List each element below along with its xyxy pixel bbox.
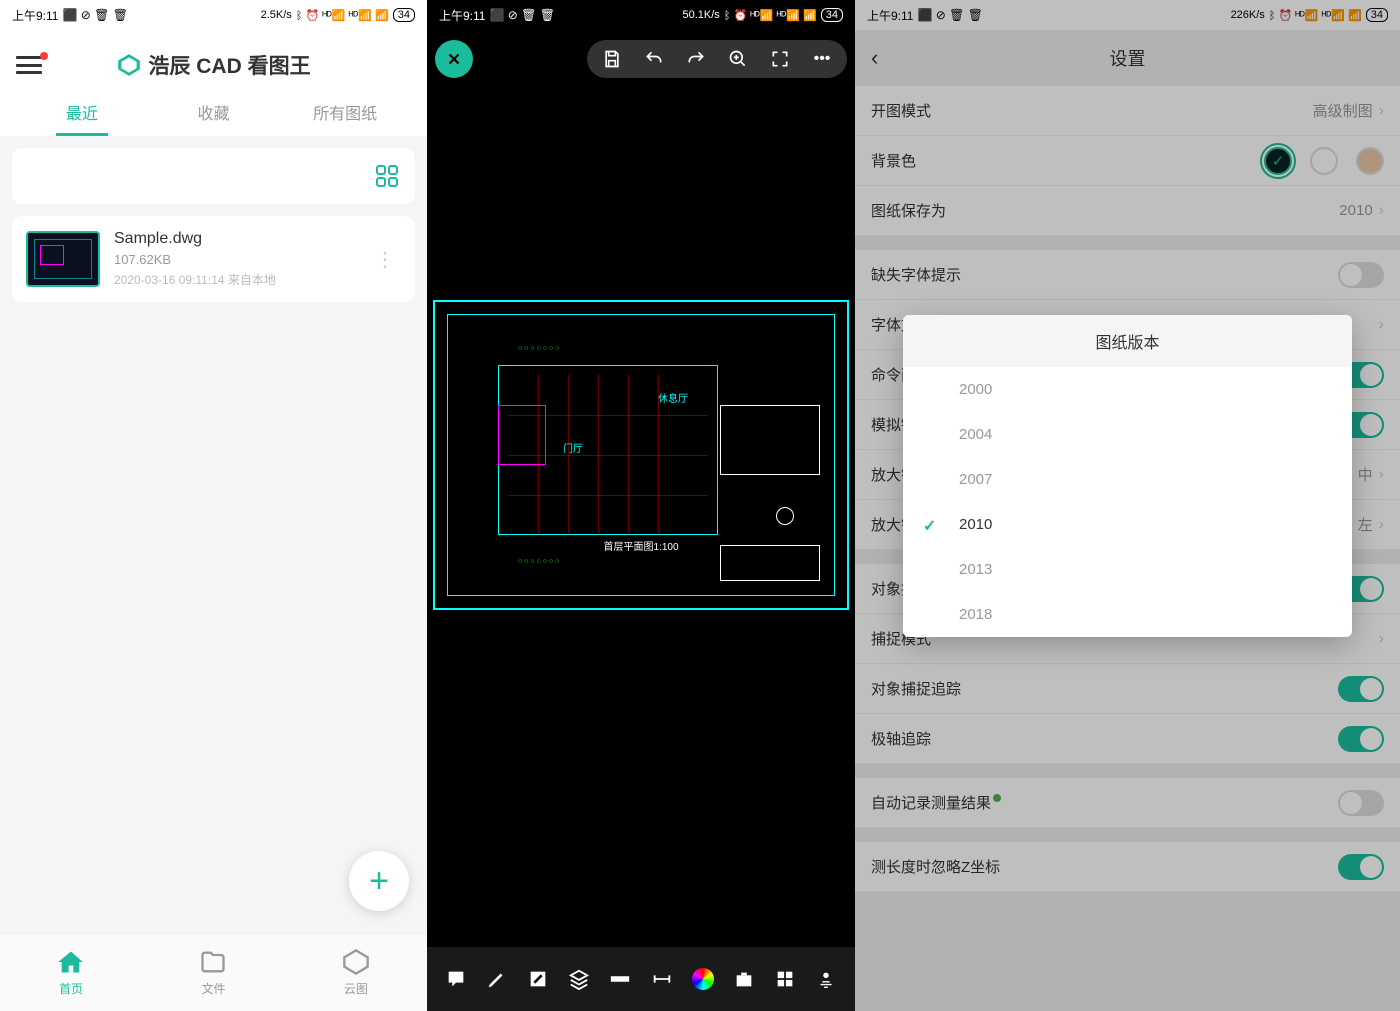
view-icon: [815, 968, 837, 990]
grid-icon: [774, 968, 796, 990]
undo-button[interactable]: [643, 48, 665, 70]
grid-view-icon[interactable]: [375, 164, 399, 188]
tab-all-drawings[interactable]: 所有图纸: [279, 88, 411, 136]
drawing-title: 首层平面图1:100: [603, 538, 678, 553]
floor-plan: 休息厅 门厅 ○ ○ ○ ○ ○ ○ ○ ○ ○ ○ ○ ○ ○ ○: [478, 345, 738, 565]
dimension-button[interactable]: [650, 967, 674, 991]
status-bar: 上午9:11 ⬛ ⊘ 🗑 🗑 2.5K/s ᛒ ⏰ ᴴᴰ📶 ᴴᴰ📶 📶 34: [0, 0, 427, 30]
comment-button[interactable]: [444, 967, 468, 991]
screen-settings: 上午9:11 ⬛ ⊘ 🗑 🗑 226K/s ᛒ ⏰ ᴴᴰ📶 ᴴᴰ📶 📶 34 ‹…: [855, 0, 1400, 1011]
status-speed: 2.5K/s: [261, 9, 292, 21]
close-icon: [445, 50, 463, 68]
edit-button[interactable]: [526, 967, 550, 991]
save-button[interactable]: [601, 48, 623, 70]
status-app-icons: ⬛ ⊘ 🗑 🗑: [489, 8, 554, 22]
undo-icon: [644, 49, 664, 69]
file-tabs: 最近 收藏 所有图纸: [16, 88, 411, 136]
bottom-nav: 首页 文件 云图: [0, 933, 427, 1011]
battery-icon: 34: [821, 8, 843, 22]
home-icon: [57, 948, 85, 976]
more-icon: •••: [814, 50, 831, 68]
zoom-button[interactable]: [727, 48, 749, 70]
pencil-button[interactable]: [485, 967, 509, 991]
tab-favorites[interactable]: 收藏: [148, 88, 280, 136]
nav-files[interactable]: 文件: [142, 934, 284, 1011]
toolbox-icon: [733, 968, 755, 990]
bottom-toolbar: [427, 947, 855, 1011]
view-button[interactable]: [814, 967, 838, 991]
edit-icon: [527, 968, 549, 990]
file-size: 107.62KB: [114, 252, 355, 267]
compass-icon: [776, 507, 794, 525]
zoom-icon: [728, 49, 748, 69]
title-block: [720, 545, 820, 581]
modal-option-2018[interactable]: 2018: [903, 592, 1352, 637]
app-logo: 浩辰 CAD 看图王: [16, 50, 411, 80]
top-toolbar: •••: [587, 40, 847, 78]
color-button[interactable]: [691, 967, 715, 991]
redo-icon: [686, 49, 706, 69]
drawing-table: [720, 405, 820, 475]
fullscreen-icon: [770, 49, 790, 69]
cloud-icon: [342, 948, 370, 976]
status-icons: ᛒ ⏰ ᴴᴰ📶 ᴴᴰ📶 📶: [296, 9, 389, 22]
grid-button[interactable]: [773, 967, 797, 991]
comment-icon: [445, 968, 467, 990]
version-modal: 图纸版本 2000 2004 2007 2010 2013 2018: [903, 315, 1352, 637]
file-name: Sample.dwg: [114, 230, 355, 248]
modal-option-2000[interactable]: 2000: [903, 367, 1352, 412]
save-icon: [602, 49, 622, 69]
layers-icon: [568, 968, 590, 990]
status-speed: 50.1K/s: [683, 9, 720, 21]
drawing-canvas[interactable]: 休息厅 门厅 ○ ○ ○ ○ ○ ○ ○ ○ ○ ○ ○ ○ ○ ○ 首层平面图…: [433, 300, 849, 610]
fullscreen-button[interactable]: [769, 48, 791, 70]
dimension-icon: [651, 968, 673, 990]
tab-recent[interactable]: 最近: [16, 88, 148, 136]
modal-title: 图纸版本: [903, 315, 1352, 367]
menu-button[interactable]: [16, 56, 42, 74]
status-bar: 上午9:11 ⬛ ⊘ 🗑 🗑 50.1K/s ᛒ ⏰ ᴴᴰ📶 ᴴᴰ📶 📶 34: [427, 0, 855, 30]
search-bar[interactable]: [12, 148, 415, 204]
status-icons: ᛒ ⏰ ᴴᴰ📶 ᴴᴰ📶 📶: [724, 9, 817, 22]
nav-cloud[interactable]: 云图: [285, 934, 427, 1011]
redo-button[interactable]: [685, 48, 707, 70]
ruler-icon: [609, 968, 631, 990]
screen-cad-viewer: 上午9:11 ⬛ ⊘ 🗑 🗑 50.1K/s ᛒ ⏰ ᴴᴰ📶 ᴴᴰ📶 📶 34 …: [427, 0, 855, 1011]
notification-dot-icon: [40, 52, 48, 60]
screen-file-browser: 上午9:11 ⬛ ⊘ 🗑 🗑 2.5K/s ᛒ ⏰ ᴴᴰ📶 ᴴᴰ📶 📶 34 浩…: [0, 0, 427, 1011]
measure-button[interactable]: [608, 967, 632, 991]
modal-option-2004[interactable]: 2004: [903, 412, 1352, 457]
logo-icon: [116, 52, 142, 78]
battery-icon: 34: [393, 8, 415, 22]
modal-option-2007[interactable]: 2007: [903, 457, 1352, 502]
add-button[interactable]: +: [349, 851, 409, 911]
more-button[interactable]: •••: [811, 48, 833, 70]
close-button[interactable]: [435, 40, 473, 78]
layers-button[interactable]: [567, 967, 591, 991]
modal-option-2010[interactable]: 2010: [903, 502, 1352, 547]
modal-option-2013[interactable]: 2013: [903, 547, 1352, 592]
color-wheel-icon: [692, 968, 714, 990]
file-thumbnail: [26, 231, 100, 287]
pencil-icon: [486, 968, 508, 990]
file-meta: 2020-03-16 09:11:14 来自本地: [114, 271, 355, 288]
folder-icon: [199, 948, 227, 976]
status-app-icons: ⬛ ⊘ 🗑 🗑: [62, 8, 127, 22]
file-more-button[interactable]: ⋮: [369, 247, 401, 272]
nav-home[interactable]: 首页: [0, 934, 142, 1011]
toolbox-button[interactable]: [732, 967, 756, 991]
drawing-frame: 休息厅 门厅 ○ ○ ○ ○ ○ ○ ○ ○ ○ ○ ○ ○ ○ ○ 首层平面图…: [447, 314, 835, 596]
status-time: 上午9:11: [439, 7, 485, 24]
file-item[interactable]: Sample.dwg 107.62KB 2020-03-16 09:11:14 …: [12, 216, 415, 302]
status-time: 上午9:11: [12, 7, 58, 24]
